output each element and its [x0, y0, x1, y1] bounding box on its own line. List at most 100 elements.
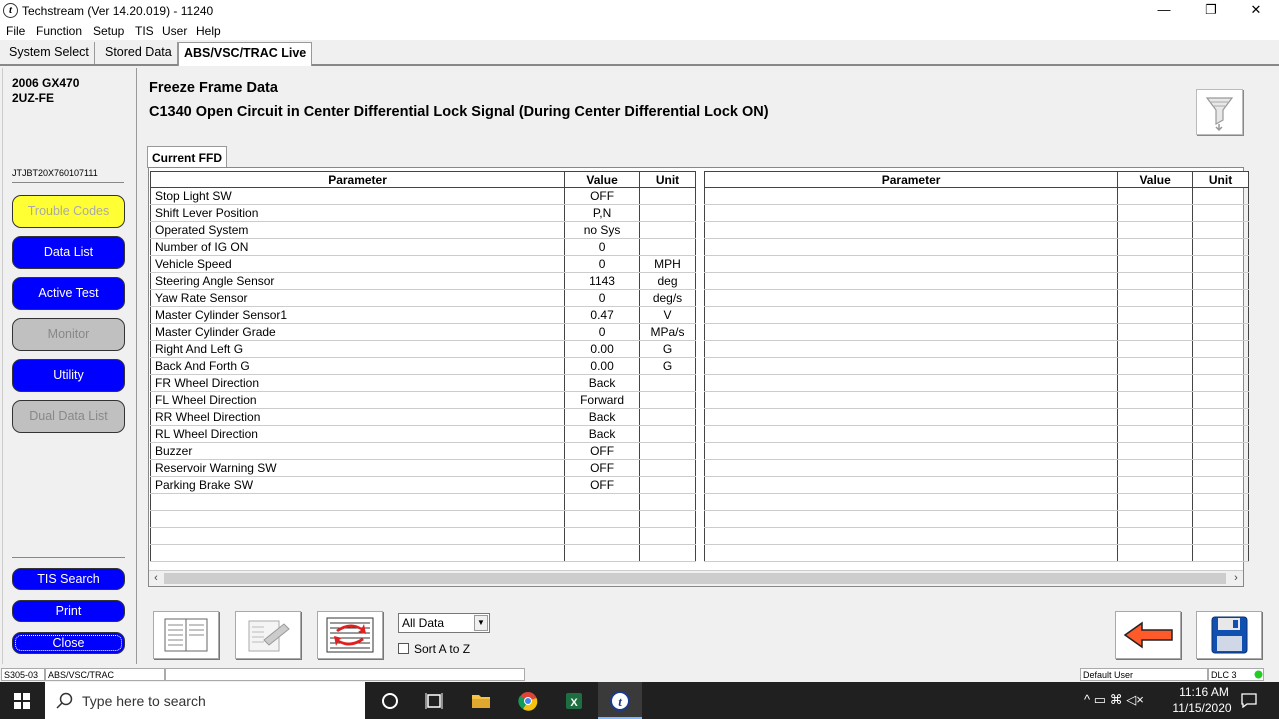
taskbar-time[interactable]: 11:16 AM	[1176, 685, 1232, 699]
value-cell	[1117, 374, 1194, 392]
empty-table-row	[703, 510, 1249, 528]
chevron-down-icon[interactable]: ▼	[474, 615, 488, 631]
table-row[interactable]: RR Wheel Direction Back	[149, 408, 696, 426]
value-cell	[1117, 425, 1194, 443]
menu-help[interactable]: Help	[196, 24, 221, 38]
filter-button[interactable]	[1196, 89, 1243, 135]
menu-user[interactable]: User	[162, 24, 187, 38]
table-row[interactable]: Number of IG ON 0	[149, 238, 696, 256]
empty-table-row	[149, 527, 696, 545]
system-tray-icons[interactable]: ^ ▭ ⌘ ◁×	[1084, 692, 1144, 708]
parameter-cell: Master Cylinder Grade	[149, 323, 566, 341]
techstream-logo-icon: t	[3, 3, 18, 18]
unit-cell: deg	[639, 272, 696, 290]
sort-a-to-z-option[interactable]: Sort A to Z	[398, 642, 470, 656]
unit-cell: deg/s	[639, 289, 696, 307]
excel-icon[interactable]: X	[563, 690, 585, 712]
table-row[interactable]: Vehicle Speed 0 MPH	[149, 255, 696, 273]
table-row[interactable]: FL Wheel Direction Forward	[149, 391, 696, 409]
table-row[interactable]: Steering Angle Sensor 1143 deg	[149, 272, 696, 290]
scroll-left-icon[interactable]: ‹	[149, 571, 163, 587]
menu-file[interactable]: File	[6, 24, 25, 38]
svg-text:t: t	[618, 694, 622, 709]
value-cell	[1117, 323, 1194, 341]
table-row[interactable]: Yaw Rate Sensor 0 deg/s	[149, 289, 696, 307]
windows-start-icon[interactable]	[14, 693, 30, 709]
list-view-button[interactable]	[153, 611, 219, 659]
value-cell	[1117, 442, 1194, 460]
tab-stored-data[interactable]: Stored Data	[100, 42, 178, 64]
tis-search-button[interactable]: TIS Search	[12, 568, 125, 590]
trouble-codes-button[interactable]: Trouble Codes	[12, 195, 125, 228]
unit-cell	[1192, 221, 1249, 239]
table-row[interactable]: Back And Forth G 0.00 G	[149, 357, 696, 375]
column-header-value[interactable]: Value	[564, 171, 641, 188]
chrome-icon[interactable]	[517, 690, 539, 712]
save-button[interactable]	[1196, 611, 1262, 659]
empty-table-row	[149, 493, 696, 511]
taskbar-date[interactable]: 11/15/2020	[1172, 701, 1232, 715]
menu-setup[interactable]: Setup	[93, 24, 124, 38]
ffd-table-container: Parameter Value Unit Stop Light SW OFF Shi…	[148, 167, 1249, 587]
compare-button[interactable]	[317, 611, 383, 659]
table-row[interactable]: Buzzer OFF	[149, 442, 696, 460]
parameter-cell	[703, 187, 1119, 205]
close-button[interactable]: Close	[12, 632, 125, 654]
minimize-button[interactable]: —	[1141, 0, 1187, 22]
active-test-button[interactable]: Active Test	[12, 277, 125, 310]
utility-button[interactable]: Utility	[12, 359, 125, 392]
data-list-button[interactable]: Data List	[12, 236, 125, 269]
menu-tis[interactable]: TIS	[135, 24, 154, 38]
table-row[interactable]: Operated System no Sys	[149, 221, 696, 239]
graph-tool-button[interactable]	[235, 611, 301, 659]
file-explorer-icon[interactable]	[470, 690, 492, 712]
table-row[interactable]: Right And Left G 0.00 G	[149, 340, 696, 358]
column-header-unit[interactable]: Unit	[1192, 171, 1249, 188]
notification-icon[interactable]	[1241, 693, 1257, 708]
restore-button[interactable]: ❐	[1188, 0, 1234, 22]
value-cell: OFF	[564, 459, 641, 477]
scrollbar-thumb[interactable]	[164, 573, 1226, 584]
parameter-cell: Steering Angle Sensor	[149, 272, 566, 290]
print-button[interactable]: Print	[12, 600, 125, 622]
cortana-icon[interactable]	[379, 690, 401, 712]
dual-data-list-button[interactable]: Dual Data List	[12, 400, 125, 433]
unit-cell	[639, 442, 696, 460]
monitor-button[interactable]: Monitor	[12, 318, 125, 351]
column-header-unit[interactable]: Unit	[639, 171, 696, 188]
unit-cell	[1192, 272, 1249, 290]
task-view-icon[interactable]	[423, 690, 445, 712]
techstream-taskbar-item[interactable]: t	[598, 682, 642, 719]
taskbar-search[interactable]: Type here to search	[45, 682, 365, 719]
sort-checkbox[interactable]	[398, 643, 409, 654]
tab-current-ffd[interactable]: Current FFD	[147, 146, 227, 168]
data-filter-select[interactable]: All Data ▼	[398, 613, 490, 633]
column-header-parameter[interactable]: Parameter	[149, 171, 566, 188]
table-row[interactable]: Stop Light SW OFF	[149, 187, 696, 205]
unit-cell	[1192, 238, 1249, 256]
value-cell	[1117, 255, 1194, 273]
parameter-cell	[703, 340, 1119, 358]
horizontal-scrollbar[interactable]: ‹ ›	[149, 570, 1243, 586]
column-header-value[interactable]: Value	[1117, 171, 1194, 188]
close-window-button[interactable]: ✕	[1233, 0, 1279, 22]
tab-abs-vsc-trac-live[interactable]: ABS/VSC/TRAC Live	[178, 42, 313, 66]
page-title: Freeze Frame Data	[149, 80, 278, 96]
table-row[interactable]: RL Wheel Direction Back	[149, 425, 696, 443]
scroll-right-icon[interactable]: ›	[1229, 571, 1243, 587]
table-row[interactable]: Master Cylinder Sensor1 0.47 V	[149, 306, 696, 324]
table-row[interactable]: FR Wheel Direction Back	[149, 374, 696, 392]
back-button[interactable]	[1115, 611, 1181, 659]
table-row[interactable]: Master Cylinder Grade 0 MPa/s	[149, 323, 696, 341]
table-row[interactable]: Shift Lever Position P,N	[149, 204, 696, 222]
empty-table-row	[703, 408, 1249, 426]
parameter-cell	[703, 510, 1119, 528]
table-row[interactable]: Reservoir Warning SW OFF	[149, 459, 696, 477]
empty-table-row	[703, 357, 1249, 375]
table-row[interactable]: Parking Brake SW OFF	[149, 476, 696, 494]
menu-function[interactable]: Function	[36, 24, 82, 38]
parameter-cell	[703, 289, 1119, 307]
column-header-parameter[interactable]: Parameter	[703, 171, 1119, 188]
empty-table-row	[703, 391, 1249, 409]
tab-system-select[interactable]: System Select	[4, 42, 95, 64]
